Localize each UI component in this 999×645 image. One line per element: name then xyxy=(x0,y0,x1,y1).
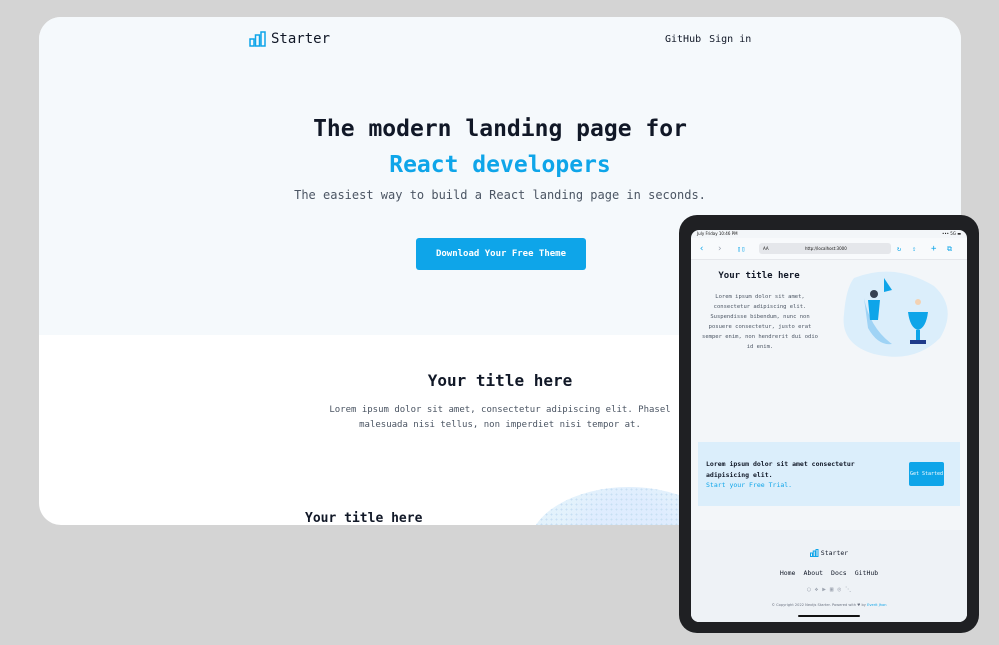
author-link[interactable]: Everit Jhon xyxy=(867,603,886,607)
footer-social: ◯ ❖ ▶ ▣ ◎ ⋱ xyxy=(691,586,967,593)
hero-subtitle: The easiest way to build a React landing… xyxy=(294,188,706,202)
bar-chart-icon xyxy=(809,549,819,557)
logo-text: Starter xyxy=(271,31,331,47)
bookmarks-icon[interactable]: ▯▯ xyxy=(737,243,745,255)
github-icon[interactable]: ◯ xyxy=(807,586,811,593)
free-trial-link[interactable]: Start your Free Trial. xyxy=(706,481,792,489)
tabs-icon[interactable]: ⧉ xyxy=(947,243,952,255)
status-indicators: ••• 5G ▬ xyxy=(941,231,961,236)
share-icon[interactable]: ⇪ xyxy=(912,243,916,255)
footer-logo-text: Starter xyxy=(820,549,849,557)
rss-icon[interactable]: ⋱ xyxy=(845,586,851,593)
back-icon[interactable]: ‹ xyxy=(699,243,704,255)
instagram-icon[interactable]: ◎ xyxy=(837,586,841,593)
ipad-hero-text: Lorem ipsum dolor sit amet, consectetur … xyxy=(702,294,818,350)
footer-nav-github[interactable]: GitHub xyxy=(855,569,878,577)
download-theme-button[interactable]: Download Your Free Theme xyxy=(416,238,586,270)
youtube-icon[interactable]: ▶ xyxy=(822,586,826,593)
url-text: http://localhost:3000 xyxy=(805,246,847,251)
get-started-button[interactable]: Get Started xyxy=(909,462,944,486)
nav-sign-in[interactable]: Sign in xyxy=(709,34,751,45)
cta-text: Lorem ipsum dolor sit amet consectetur a… xyxy=(706,460,855,479)
copyright: © Copyright 2022 Nextjs Starter. Powered… xyxy=(691,603,967,607)
hero-title-accent: React developers xyxy=(389,152,611,178)
reader-aa[interactable]: AA xyxy=(763,243,769,254)
new-tab-icon[interactable]: + xyxy=(931,243,936,255)
ipad-hero-title: Your title here xyxy=(718,271,800,281)
footer-nav-about[interactable]: About xyxy=(803,569,823,577)
reload-icon[interactable]: ↻ xyxy=(897,243,901,255)
hero-title: The modern landing page for React develo… xyxy=(39,111,961,183)
logo[interactable]: Starter xyxy=(249,31,330,47)
footer-logo[interactable]: Starter xyxy=(691,549,967,557)
home-indicator xyxy=(798,615,860,617)
section-text-line2: malesuada nisi tellus, non imperdiet nis… xyxy=(359,420,641,430)
address-bar[interactable]: AA http://localhost:3000 xyxy=(759,243,891,254)
section-text: Lorem ipsum dolor sit amet, consectetur … xyxy=(294,403,706,433)
ipad-screen: July Friday 10:46 PM ••• 5G ▬ ‹ › ▯▯ AA … xyxy=(691,230,967,622)
linkedin-icon[interactable]: ▣ xyxy=(830,586,834,593)
trophy-illustration xyxy=(843,271,948,357)
hero-title-line1: The modern landing page for xyxy=(313,116,687,142)
safari-toolbar: ‹ › ▯▯ AA http://localhost:3000 ↻ ⇪ + ⧉ xyxy=(691,238,967,260)
copyright-text: © Copyright 2022 Nextjs Starter. Powered… xyxy=(771,603,866,607)
forward-icon[interactable]: › xyxy=(717,243,722,255)
section2-title: Your title here xyxy=(305,511,423,525)
nav-github[interactable]: GitHub xyxy=(665,34,701,45)
footer-nav: Home About Docs GitHub xyxy=(691,569,967,577)
footer-nav-docs[interactable]: Docs xyxy=(831,569,847,577)
bar-chart-icon xyxy=(249,31,266,47)
top-nav: GitHub Sign in xyxy=(665,34,751,45)
twitter-icon[interactable]: ❖ xyxy=(815,586,819,593)
status-time: July Friday 10:46 PM xyxy=(697,231,738,236)
footer-nav-home[interactable]: Home xyxy=(780,569,796,577)
section-text-line1: Lorem ipsum dolor sit amet, consectetur … xyxy=(329,405,671,415)
ipad-device: July Friday 10:46 PM ••• 5G ▬ ‹ › ▯▯ AA … xyxy=(679,215,979,633)
